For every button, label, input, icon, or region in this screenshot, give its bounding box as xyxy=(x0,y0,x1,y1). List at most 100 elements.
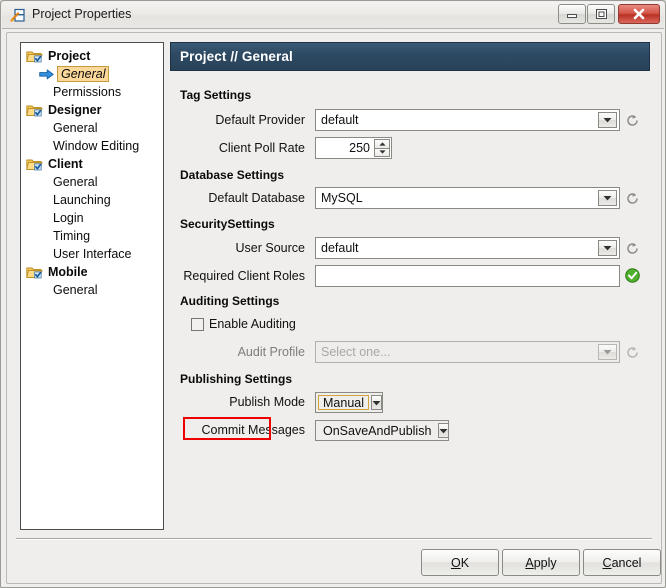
tree-item-mobile-general-label: General xyxy=(53,283,98,297)
settings-panel: Project // General Tag Settings Default … xyxy=(170,42,650,530)
section-title-publishing-settings: Publishing Settings xyxy=(180,372,293,386)
section-title-security-settings: SecuritySettings xyxy=(180,217,275,231)
refresh-default-provider-icon[interactable] xyxy=(626,114,639,127)
tree-item-client-user-interface[interactable]: User Interface xyxy=(21,245,163,263)
section-title-database-settings: Database Settings xyxy=(180,168,285,182)
tree-item-client-user-interface-label: User Interface xyxy=(53,247,132,261)
audit-profile-combobox: Select one... xyxy=(315,341,620,363)
apply-button-mnemonic: A xyxy=(525,555,534,570)
tree-item-project-permissions-label: Permissions xyxy=(53,85,122,99)
cancel-button[interactable]: Cancel xyxy=(583,549,661,576)
label-commit-messages: Commit Messages xyxy=(201,423,306,437)
tree-item-mobile-general[interactable]: General xyxy=(21,281,163,299)
enable-auditing-checkbox[interactable] xyxy=(191,317,204,331)
maximize-icon xyxy=(588,5,614,23)
window-title: Project Properties xyxy=(32,7,132,21)
close-button[interactable] xyxy=(618,4,660,24)
apply-button-label: pply xyxy=(533,555,557,570)
section-title-auditing-settings: Auditing Settings xyxy=(180,294,280,308)
chevron-down-icon xyxy=(598,112,617,128)
maximize-button[interactable] xyxy=(587,4,615,24)
client-poll-rate-spinner[interactable]: 250 xyxy=(315,137,392,159)
default-provider-combobox[interactable]: default xyxy=(315,109,620,131)
tree-item-client-login-label: Login xyxy=(53,211,84,225)
tree-group-project-label: Project xyxy=(48,49,91,63)
minimize-button[interactable] xyxy=(558,4,586,24)
cancel-button-mnemonic: C xyxy=(602,555,612,570)
tree-item-designer-window-editing-label: Window Editing xyxy=(53,139,140,153)
folder-check-icon xyxy=(26,265,43,279)
tree-group-designer-label: Designer xyxy=(48,103,102,117)
chevron-down-icon xyxy=(598,240,617,256)
client-poll-rate-value: 250 xyxy=(349,141,370,155)
tree-item-client-timing[interactable]: Timing xyxy=(21,227,163,245)
settings-tree[interactable]: Project General Permissions Designer Gen… xyxy=(20,42,164,530)
enable-auditing-checkbox-row[interactable]: Enable Auditing xyxy=(191,317,296,331)
publish-mode-combobox[interactable]: Manual xyxy=(315,392,383,413)
tree-item-client-timing-label: Timing xyxy=(53,229,91,243)
label-default-database: Default Database xyxy=(208,191,305,205)
label-publish-mode: Publish Mode xyxy=(229,395,305,409)
default-database-combobox[interactable]: MySQL xyxy=(315,187,620,209)
required-client-roles-input[interactable] xyxy=(315,265,620,287)
chevron-down-icon xyxy=(438,423,450,438)
tree-group-mobile-label: Mobile xyxy=(48,265,88,279)
ok-button-mnemonic: O xyxy=(450,555,461,570)
commit-messages-value: OnSaveAndPublish xyxy=(318,423,437,438)
label-client-poll-rate: Client Poll Rate xyxy=(218,141,305,155)
tree-item-designer-general[interactable]: General xyxy=(21,119,163,137)
ok-button[interactable]: OK xyxy=(421,549,499,576)
section-title-tag-settings: Tag Settings xyxy=(180,88,252,102)
label-user-source: User Source xyxy=(235,241,305,255)
chevron-down-icon xyxy=(598,190,617,206)
minimize-icon xyxy=(559,5,585,23)
apply-button[interactable]: Apply xyxy=(502,549,580,576)
tree-item-client-launching[interactable]: Launching xyxy=(21,191,163,209)
cancel-button-label: ancel xyxy=(611,555,642,570)
tree-item-client-login[interactable]: Login xyxy=(21,209,163,227)
folder-check-icon xyxy=(26,103,43,117)
spinner-buttons[interactable] xyxy=(374,139,390,157)
label-required-client-roles: Required Client Roles xyxy=(183,269,305,283)
spinner-up-icon[interactable] xyxy=(374,139,390,149)
refresh-default-database-icon[interactable] xyxy=(626,192,639,205)
tree-item-client-general[interactable]: General xyxy=(21,173,163,191)
tree-group-project[interactable]: Project xyxy=(21,47,163,65)
default-provider-value: default xyxy=(321,113,359,127)
user-source-value: default xyxy=(321,241,359,255)
refresh-user-source-icon[interactable] xyxy=(626,242,639,255)
audit-profile-value: Select one... xyxy=(321,345,391,359)
tree-item-project-permissions[interactable]: Permissions xyxy=(21,83,163,101)
label-audit-profile: Audit Profile xyxy=(237,345,305,359)
project-properties-icon xyxy=(10,7,27,24)
tree-group-designer[interactable]: Designer xyxy=(21,101,163,119)
user-source-combobox[interactable]: default xyxy=(315,237,620,259)
chevron-down-icon xyxy=(371,395,382,410)
tree-item-designer-window-editing[interactable]: Window Editing xyxy=(21,137,163,155)
ok-button-label: K xyxy=(460,555,470,570)
enable-auditing-label: Enable Auditing xyxy=(209,317,296,331)
folder-check-icon xyxy=(26,49,43,63)
valid-check-icon xyxy=(625,268,640,283)
chevron-down-icon xyxy=(598,344,617,360)
close-icon xyxy=(619,5,659,23)
blue-arrow-icon xyxy=(39,68,54,80)
refresh-audit-profile-icon xyxy=(626,346,639,359)
panel-title: Project // General xyxy=(180,49,293,64)
panel-header: Project // General xyxy=(170,42,650,71)
spinner-down-icon[interactable] xyxy=(374,148,390,157)
tree-group-client[interactable]: Client xyxy=(21,155,163,173)
tree-item-designer-general-label: General xyxy=(53,121,98,135)
tree-item-client-general-label: General xyxy=(53,175,98,189)
tree-group-mobile[interactable]: Mobile xyxy=(21,263,163,281)
default-database-value: MySQL xyxy=(321,191,363,205)
commit-messages-combobox[interactable]: OnSaveAndPublish xyxy=(315,420,450,441)
tree-item-project-general-label: General xyxy=(57,66,110,82)
label-default-provider: Default Provider xyxy=(215,113,305,127)
tree-item-project-general[interactable]: General xyxy=(21,65,163,83)
tree-item-client-launching-label: Launching xyxy=(53,193,111,207)
tree-group-client-label: Client xyxy=(48,157,83,171)
dialog-body: Project General Permissions Designer Gen… xyxy=(6,32,662,584)
publish-mode-value: Manual xyxy=(318,395,369,410)
footer-separator xyxy=(16,538,652,540)
